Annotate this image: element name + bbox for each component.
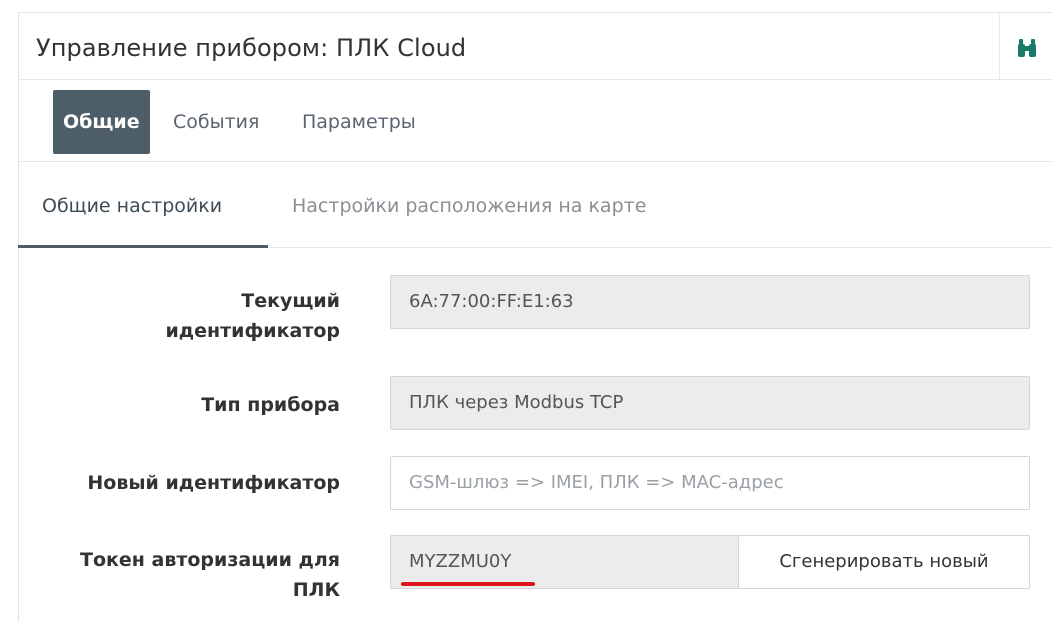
tab-general-settings[interactable]: Общие настройки <box>42 162 222 247</box>
subnav-parameters[interactable]: Параметры <box>302 90 416 154</box>
active-tab-indicator <box>18 245 268 248</box>
current-id-label-line2: идентификатор <box>165 320 340 342</box>
current-id-label: Текущий идентификатор <box>165 286 340 346</box>
token-field: MYZZMU0Y Сгенерировать новый <box>390 535 1030 589</box>
new-id-label: Новый идентификатор <box>87 472 340 494</box>
current-id-label-line1: Текущий <box>241 290 340 312</box>
current-id-field: 6A:77:00:FF:E1:63 <box>390 275 1030 329</box>
token-label: Токен авторизации для ПЛК <box>80 545 340 605</box>
subnav-general[interactable]: Общие <box>53 90 150 154</box>
token-label-line2: ПЛК <box>292 579 340 601</box>
token-label-line1: Токен авторизации для <box>79 549 340 571</box>
page-title: Управление прибором: ПЛК Cloud <box>36 34 467 62</box>
device-subnav: Общие События Параметры <box>18 80 1052 162</box>
panel-header: Управление прибором: ПЛК Cloud <box>18 12 1052 80</box>
binoculars-icon[interactable] <box>1016 38 1038 58</box>
subnav-events[interactable]: События <box>173 90 259 154</box>
device-type-field: ПЛК через Modbus TCP <box>390 376 1030 430</box>
token-highlight-underline <box>401 582 535 586</box>
settings-tabs: Общие настройки Настройки расположения н… <box>18 162 1052 248</box>
new-id-input[interactable]: GSM-шлюз => IMEI, ПЛК => MAC-адрес <box>390 456 1030 510</box>
device-type-label: Тип прибора <box>201 394 340 416</box>
header-tools <box>999 12 1052 79</box>
generate-token-button[interactable]: Сгенерировать новый <box>738 535 1030 589</box>
token-value: MYZZMU0Y <box>409 551 512 572</box>
tab-map-settings[interactable]: Настройки расположения на карте <box>292 162 646 247</box>
